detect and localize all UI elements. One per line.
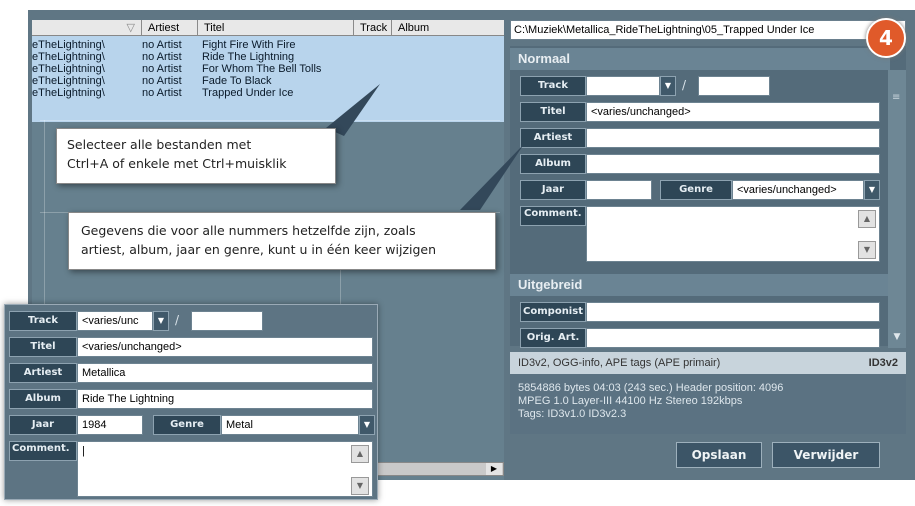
row-path: eTheLightning\ [32, 75, 105, 87]
zoom-album-input[interactable]: Ride The Lightning [77, 389, 373, 409]
orig-artist-label: Orig. Art. [520, 328, 586, 348]
comment-scroll-up-icon[interactable]: ▲ [858, 210, 876, 228]
row-artist: no Artist [142, 63, 182, 75]
row-title: Fade To Black [202, 75, 272, 87]
zoom-track-dropdown-icon[interactable]: ▼ [153, 311, 169, 331]
album-input[interactable] [586, 154, 880, 174]
guide-line [40, 120, 500, 121]
zoomed-tag-fields: Track <varies/unc ▼ / Titel <varies/unch… [4, 304, 378, 500]
sort-arrow-icon: ▽ [126, 22, 135, 34]
row-path: eTheLightning\ [32, 63, 105, 75]
comment-textarea[interactable] [586, 206, 880, 262]
track-label: Track [520, 76, 586, 96]
callout-text: artiest, album, jaar en genre, kunt u in… [81, 242, 437, 257]
callout-text: Ctrl+A of enkele met Ctrl+muisklik [67, 156, 287, 171]
column-header-album[interactable]: Album [392, 20, 504, 36]
zoom-track-total-input[interactable] [191, 311, 263, 331]
zoom-year-label: Jaar [9, 415, 77, 435]
row-title: Fight Fire With Fire [202, 39, 296, 51]
zoom-genre-label: Genre [153, 415, 221, 435]
step-badge: 4 [866, 18, 906, 58]
zoom-title-input[interactable]: <varies/unchanged> [77, 337, 373, 357]
genre-label: Genre [660, 180, 732, 200]
zoom-comment-scroll-up-icon[interactable]: ▲ [351, 445, 369, 463]
track-separator: / [682, 78, 687, 92]
row-path: eTheLightning\ [32, 51, 105, 63]
tag-types: ID3v2, OGG-info, APE tags (APE primair) [518, 357, 721, 369]
file-info-line: MPEG 1.0 Layer-III 44100 Hz Stereo 192kb… [518, 395, 743, 407]
row-artist: no Artist [142, 39, 182, 51]
column-header-title[interactable]: Titel [198, 20, 354, 36]
row-title: Ride The Lightning [202, 51, 295, 63]
callout-text: Selecteer alle bestanden met [67, 137, 252, 152]
list-row[interactable]: eTheLightning\ no Artist For Whom The Bell… [32, 63, 504, 75]
list-row[interactable]: eTheLightning\ no Artist Trapped Under Ice [32, 87, 504, 99]
list-row[interactable]: eTheLightning\ no Artist Fade To Black [32, 75, 504, 87]
scroll-right-icon[interactable]: ▶ [486, 463, 502, 475]
year-input[interactable] [586, 180, 652, 200]
title-label: Titel [520, 102, 586, 122]
zoom-genre-dropdown-icon[interactable]: ▼ [359, 415, 375, 435]
callout-text: Gegevens die voor alle nummers hetzelfde… [81, 223, 416, 238]
file-list-header: ▽ Artiest Titel Track Album [32, 20, 504, 36]
zoom-comment-scroll-down-icon[interactable]: ▼ [351, 477, 369, 495]
zoom-track-separator: / [175, 313, 180, 327]
file-info-line: Tags: ID3v1.0 ID3v2.3 [518, 408, 627, 420]
row-artist: no Artist [142, 75, 182, 87]
callout-edit-shared-fields: Gegevens die voor alle nummers hetzelfde… [68, 212, 496, 270]
comment-scroll-down-icon[interactable]: ▼ [858, 241, 876, 259]
scroll-down-icon[interactable]: ▼ [890, 332, 904, 346]
save-button[interactable]: Opslaan [676, 442, 762, 468]
genre-input[interactable]: <varies/unchanged> [732, 180, 864, 200]
genre-dropdown-icon[interactable]: ▼ [864, 180, 880, 200]
zoom-artist-label: Artiest [9, 363, 77, 383]
zoom-comment-label: Comment. [9, 441, 77, 461]
artist-input[interactable] [586, 128, 880, 148]
composer-label: Componist [520, 302, 586, 322]
title-input[interactable]: <varies/unchanged> [586, 102, 880, 122]
section-normal[interactable]: Normaal [510, 48, 890, 70]
file-path-field[interactable]: C:\Muziek\Metallica_RideTheLightning\05_… [510, 20, 906, 40]
row-artist: no Artist [142, 87, 182, 99]
file-list-rows: eTheLightning\ no Artist Fight Fire With F… [32, 36, 504, 122]
zoom-track-label: Track [9, 311, 77, 331]
zoom-genre-input[interactable]: Metal [221, 415, 359, 435]
tag-version: ID3v2 [868, 357, 898, 369]
zoom-year-input[interactable]: 1984 [77, 415, 143, 435]
track-dropdown-icon[interactable]: ▼ [660, 76, 676, 96]
row-artist: no Artist [142, 51, 182, 63]
row-title: For Whom The Bell Tolls [202, 63, 322, 75]
callout-select-files: Selecteer alle bestanden met Ctrl+A of e… [56, 128, 336, 184]
delete-button[interactable]: Verwijder [772, 442, 880, 468]
track-total-input[interactable] [698, 76, 770, 96]
tag-editor-panel: Normaal Track ▼ / Titel <varies/unchange… [510, 46, 906, 348]
panel-scrollbar[interactable]: ≡ ▼ [888, 70, 906, 348]
zoom-title-label: Titel [9, 337, 77, 357]
track-input[interactable] [586, 76, 660, 96]
column-header-artist[interactable]: Artiest [142, 20, 198, 36]
zoom-track-input[interactable]: <varies/unc [77, 311, 153, 331]
orig-artist-input[interactable] [586, 328, 880, 348]
scroll-grip-icon[interactable]: ≡ [892, 93, 902, 110]
list-row[interactable]: eTheLightning\ no Artist Fight Fire With F… [32, 39, 504, 51]
row-title: Trapped Under Ice [202, 87, 294, 99]
column-header-path[interactable]: ▽ [32, 20, 142, 36]
zoom-comment-textarea[interactable]: | [77, 441, 373, 497]
list-row[interactable]: eTheLightning\ no Artist Ride The Lightnin… [32, 51, 504, 63]
row-path: eTheLightning\ [32, 39, 105, 51]
file-info: 5854886 bytes 04:03 (243 sec.) Header po… [510, 374, 906, 434]
section-extended[interactable]: Uitgebreid [510, 274, 890, 296]
composer-input[interactable] [586, 302, 880, 322]
zoom-album-label: Album [9, 389, 77, 409]
column-header-track[interactable]: Track [354, 20, 392, 36]
tag-info-header: ID3v2, OGG-info, APE tags (APE primair) … [510, 352, 906, 374]
file-info-line: 5854886 bytes 04:03 (243 sec.) Header po… [518, 382, 784, 394]
row-path: eTheLightning\ [32, 87, 105, 99]
zoom-artist-input[interactable]: Metallica [77, 363, 373, 383]
